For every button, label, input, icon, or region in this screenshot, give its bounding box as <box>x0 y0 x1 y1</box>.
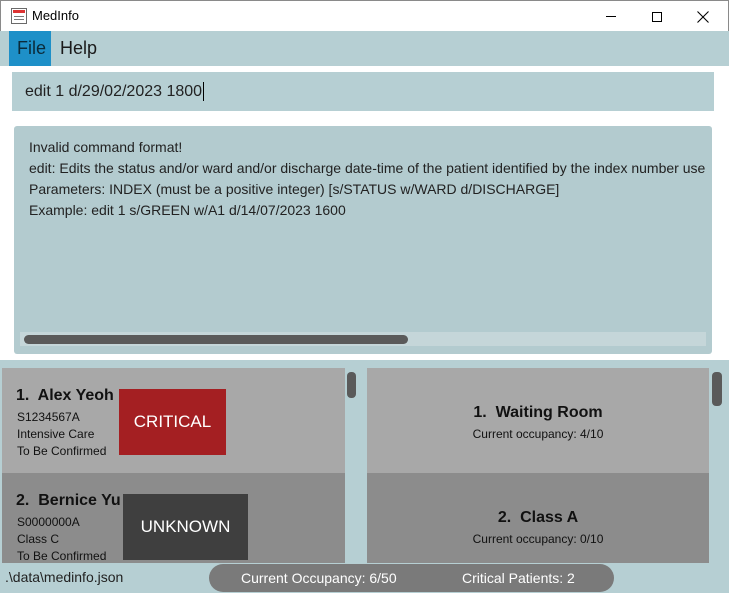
save-file-path: .\data\medinfo.json <box>5 569 124 585</box>
title-bar: MedInfo <box>0 0 729 31</box>
command-input[interactable]: edit 1 d/29/02/2023 1800 <box>12 72 714 111</box>
ward-name: 2. Class A <box>497 509 579 526</box>
patient-ward: Class C <box>17 532 60 546</box>
menu-file[interactable]: File <box>9 31 51 66</box>
result-line: Example: edit 1 s/GREEN w/A1 d/14/07/202… <box>29 202 346 218</box>
horizontal-scrollbar[interactable] <box>20 332 706 346</box>
patient-name: 2. Bernice Yu <box>16 492 121 509</box>
ward-occupancy: Current occupancy: 4/10 <box>472 427 604 441</box>
menu-help[interactable]: Help <box>52 31 105 66</box>
patient-discharge: To Be Confirmed <box>17 444 107 458</box>
app-icon <box>11 8 27 24</box>
patient-list[interactable]: 1. Alex Yeoh S1234567A Intensive Care To… <box>2 368 345 563</box>
window-title: MedInfo <box>32 8 79 23</box>
ward-name: 1. Waiting Room <box>473 404 603 421</box>
patient-nric: S0000000A <box>17 515 80 529</box>
ward-list[interactable]: 1. Waiting Room Current occupancy: 4/10 … <box>367 368 709 563</box>
status-tag-critical: CRITICAL <box>119 389 226 455</box>
current-occupancy: Current Occupancy: 6/50 <box>241 570 397 586</box>
horizontal-scrollbar-thumb[interactable] <box>24 335 408 344</box>
result-line: Invalid command format! <box>29 139 183 155</box>
patient-name: 1. Alex Yeoh <box>16 387 114 404</box>
text-caret <box>203 82 205 102</box>
status-bar: .\data\medinfo.json Current Occupancy: 6… <box>0 563 729 593</box>
ward-list-scrollbar[interactable] <box>712 372 722 406</box>
occupancy-summary: Current Occupancy: 6/50 Critical Patient… <box>209 564 614 592</box>
ward-card[interactable]: 2. Class A Current occupancy: 0/10 <box>367 473 709 563</box>
patient-nric: S1234567A <box>17 410 80 424</box>
close-icon <box>697 10 709 23</box>
result-line: Parameters: INDEX (must be a positive in… <box>29 181 560 197</box>
critical-patients: Critical Patients: 2 <box>462 570 575 586</box>
menu-bar: File Help <box>0 31 729 66</box>
patient-ward: Intensive Care <box>17 427 95 441</box>
status-tag-unknown: UNKNOWN <box>123 494 248 560</box>
minimize-icon <box>606 16 616 17</box>
ward-occupancy: Current occupancy: 0/10 <box>472 532 604 546</box>
minimize-button[interactable] <box>588 1 634 32</box>
command-text: edit 1 d/29/02/2023 1800 <box>25 82 205 102</box>
patient-list-scrollbar[interactable] <box>347 372 356 398</box>
result-display[interactable]: Invalid command format! edit: Edits the … <box>14 126 712 354</box>
maximize-icon <box>652 11 662 22</box>
result-line: edit: Edits the status and/or ward and/o… <box>29 160 706 176</box>
close-button[interactable] <box>680 1 726 32</box>
patient-discharge: To Be Confirmed <box>17 549 107 563</box>
ward-card[interactable]: 1. Waiting Room Current occupancy: 4/10 <box>367 368 709 473</box>
maximize-button[interactable] <box>634 1 680 32</box>
